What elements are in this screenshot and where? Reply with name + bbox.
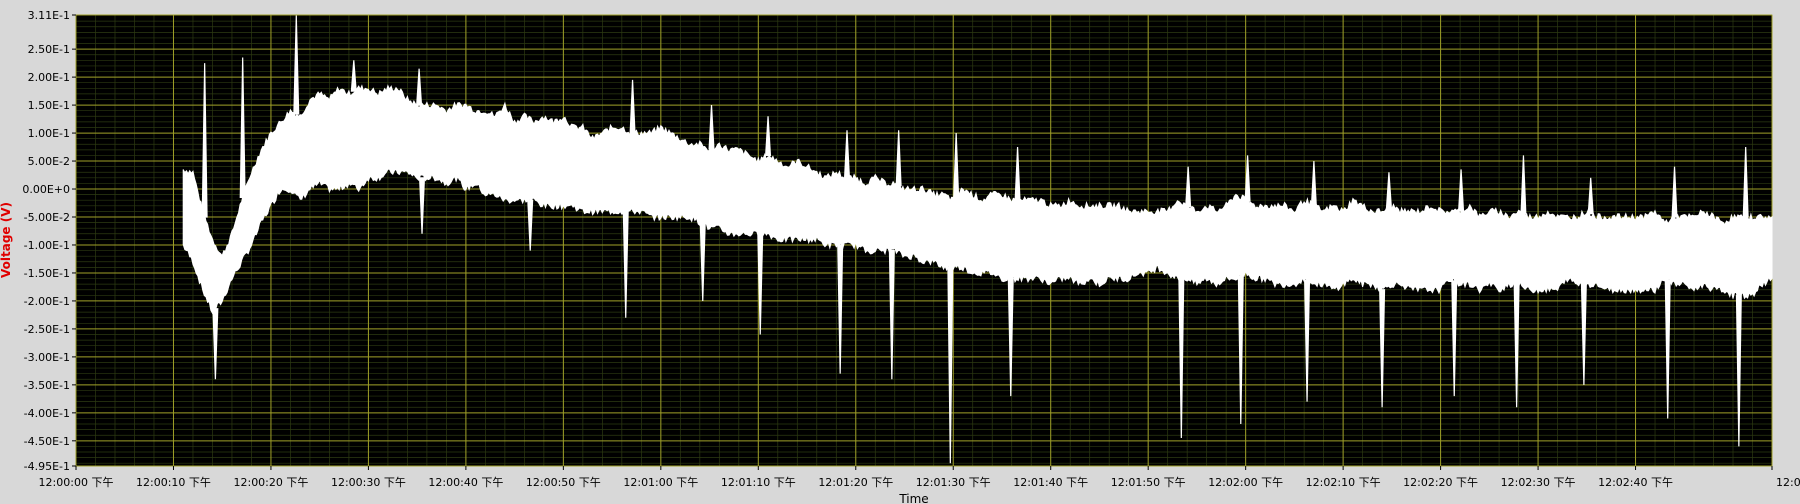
x-tick-label: 12:00:00 下午 [39, 476, 114, 489]
x-tick-label: 12:00:30 下午 [331, 476, 406, 489]
y-tick-label: 1.50E-1 [28, 99, 70, 112]
x-tick-label: 12:02:00 下午 [1208, 476, 1283, 489]
x-tick-label: 12:01:00 下午 [623, 476, 698, 489]
y-tick-label: -2.00E-1 [24, 295, 70, 308]
y-tick-label: 2.50E-1 [28, 43, 70, 56]
x-axis-label: Time [898, 492, 928, 504]
x-tick-label: 12:00:50 下午 [526, 476, 601, 489]
x-tick-label: 12:01:20 下午 [818, 476, 893, 489]
x-tick-label: 12:01:30 下午 [916, 476, 991, 489]
y-axis-label: Voltage (V) [0, 202, 13, 278]
x-tick-label: 12:02:54 下 [1776, 476, 1800, 489]
x-tick-label: 12:01:50 下午 [1111, 476, 1186, 489]
y-tick-label: -4.00E-1 [24, 407, 70, 420]
waveform-chart: 3.11E-1 2.50E-1 2.00E-1 1.50E-1 1.00E-1 5.00E… [0, 0, 1800, 504]
y-tick-label: -3.00E-1 [24, 351, 70, 364]
y-tick-label: -4.50E-1 [24, 435, 70, 448]
y-tick-label: 5.00E-2 [28, 155, 70, 168]
y-tick-label: -1.50E-1 [24, 267, 70, 280]
x-tick-label: 12:02:10 下午 [1306, 476, 1381, 489]
y-tick-label: -1.00E-1 [24, 239, 70, 252]
x-tick-label: 12:02:40 下午 [1598, 476, 1673, 489]
y-tick-label: -5.00E-2 [24, 211, 70, 224]
y-tick-label: 0.00E+0 [22, 183, 70, 196]
y-tick-label: 3.11E-1 [28, 9, 70, 22]
x-tick-label: 12:00:20 下午 [233, 476, 308, 489]
y-tick-label: -3.50E-1 [24, 379, 70, 392]
chart-panel: 3.11E-1 2.50E-1 2.00E-1 1.50E-1 1.00E-1 5.00E… [0, 0, 1800, 504]
x-tick-label: 12:00:10 下午 [136, 476, 211, 489]
y-tick-label: -2.50E-1 [24, 323, 70, 336]
y-tick-label: 2.00E-1 [28, 71, 70, 84]
x-tick-label: 12:02:30 下午 [1501, 476, 1576, 489]
y-tick-label: -4.95E-1 [24, 460, 70, 473]
x-tick-label: 12:02:20 下午 [1403, 476, 1478, 489]
x-tick-label: 12:01:10 下午 [721, 476, 796, 489]
x-tick-label: 12:01:40 下午 [1013, 476, 1088, 489]
y-tick-label: 1.00E-1 [28, 127, 70, 140]
x-tick-label: 12:00:40 下午 [428, 476, 503, 489]
